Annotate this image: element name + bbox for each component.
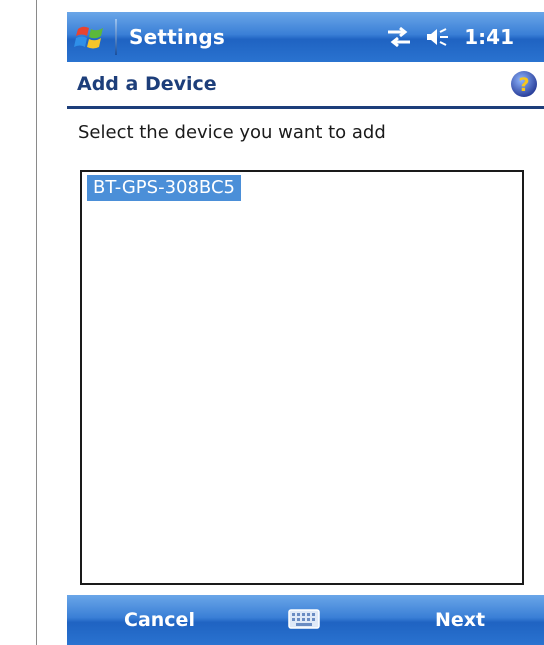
page-header: Add a Device ? [67, 62, 544, 106]
keyboard-icon[interactable] [288, 609, 320, 629]
help-icon[interactable]: ? [510, 70, 538, 98]
device-list[interactable]: BT-GPS-308BC5 [80, 170, 524, 585]
status-area[interactable]: 1:41 [386, 12, 514, 62]
frame-border [36, 0, 37, 645]
cancel-button[interactable]: Cancel [124, 595, 195, 645]
svg-text:?: ? [518, 74, 529, 96]
header-divider [67, 106, 544, 109]
speaker-icon[interactable] [426, 26, 450, 48]
clock[interactable]: 1:41 [464, 25, 514, 49]
list-item[interactable]: BT-GPS-308BC5 [87, 175, 241, 201]
instruction-text: Select the device you want to add [78, 122, 386, 143]
app-title: Settings [129, 25, 226, 49]
connectivity-icon[interactable] [386, 26, 412, 48]
windows-start-icon [74, 26, 103, 49]
start-button[interactable] [67, 12, 115, 62]
page-title: Add a Device [77, 73, 217, 95]
device-screen: Settings 1:41 Add a Device ? Select the … [67, 12, 544, 645]
title-separator [115, 19, 117, 55]
menu-bar: Cancel Next [67, 595, 544, 645]
title-bar: Settings 1:41 [67, 12, 544, 62]
next-button[interactable]: Next [435, 595, 485, 645]
